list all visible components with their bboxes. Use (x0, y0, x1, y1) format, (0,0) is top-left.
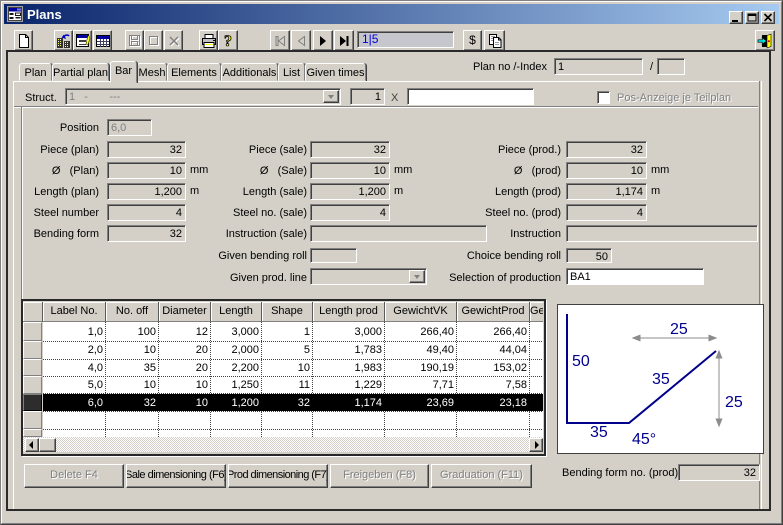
svg-text:25: 25 (725, 394, 743, 411)
svg-text:25: 25 (670, 321, 688, 338)
svg-text:35: 35 (590, 424, 608, 441)
svg-text:50: 50 (572, 353, 590, 370)
svg-text:45°: 45° (632, 431, 656, 448)
svg-text:35: 35 (652, 371, 670, 388)
svg-text:?: ? (224, 33, 232, 49)
